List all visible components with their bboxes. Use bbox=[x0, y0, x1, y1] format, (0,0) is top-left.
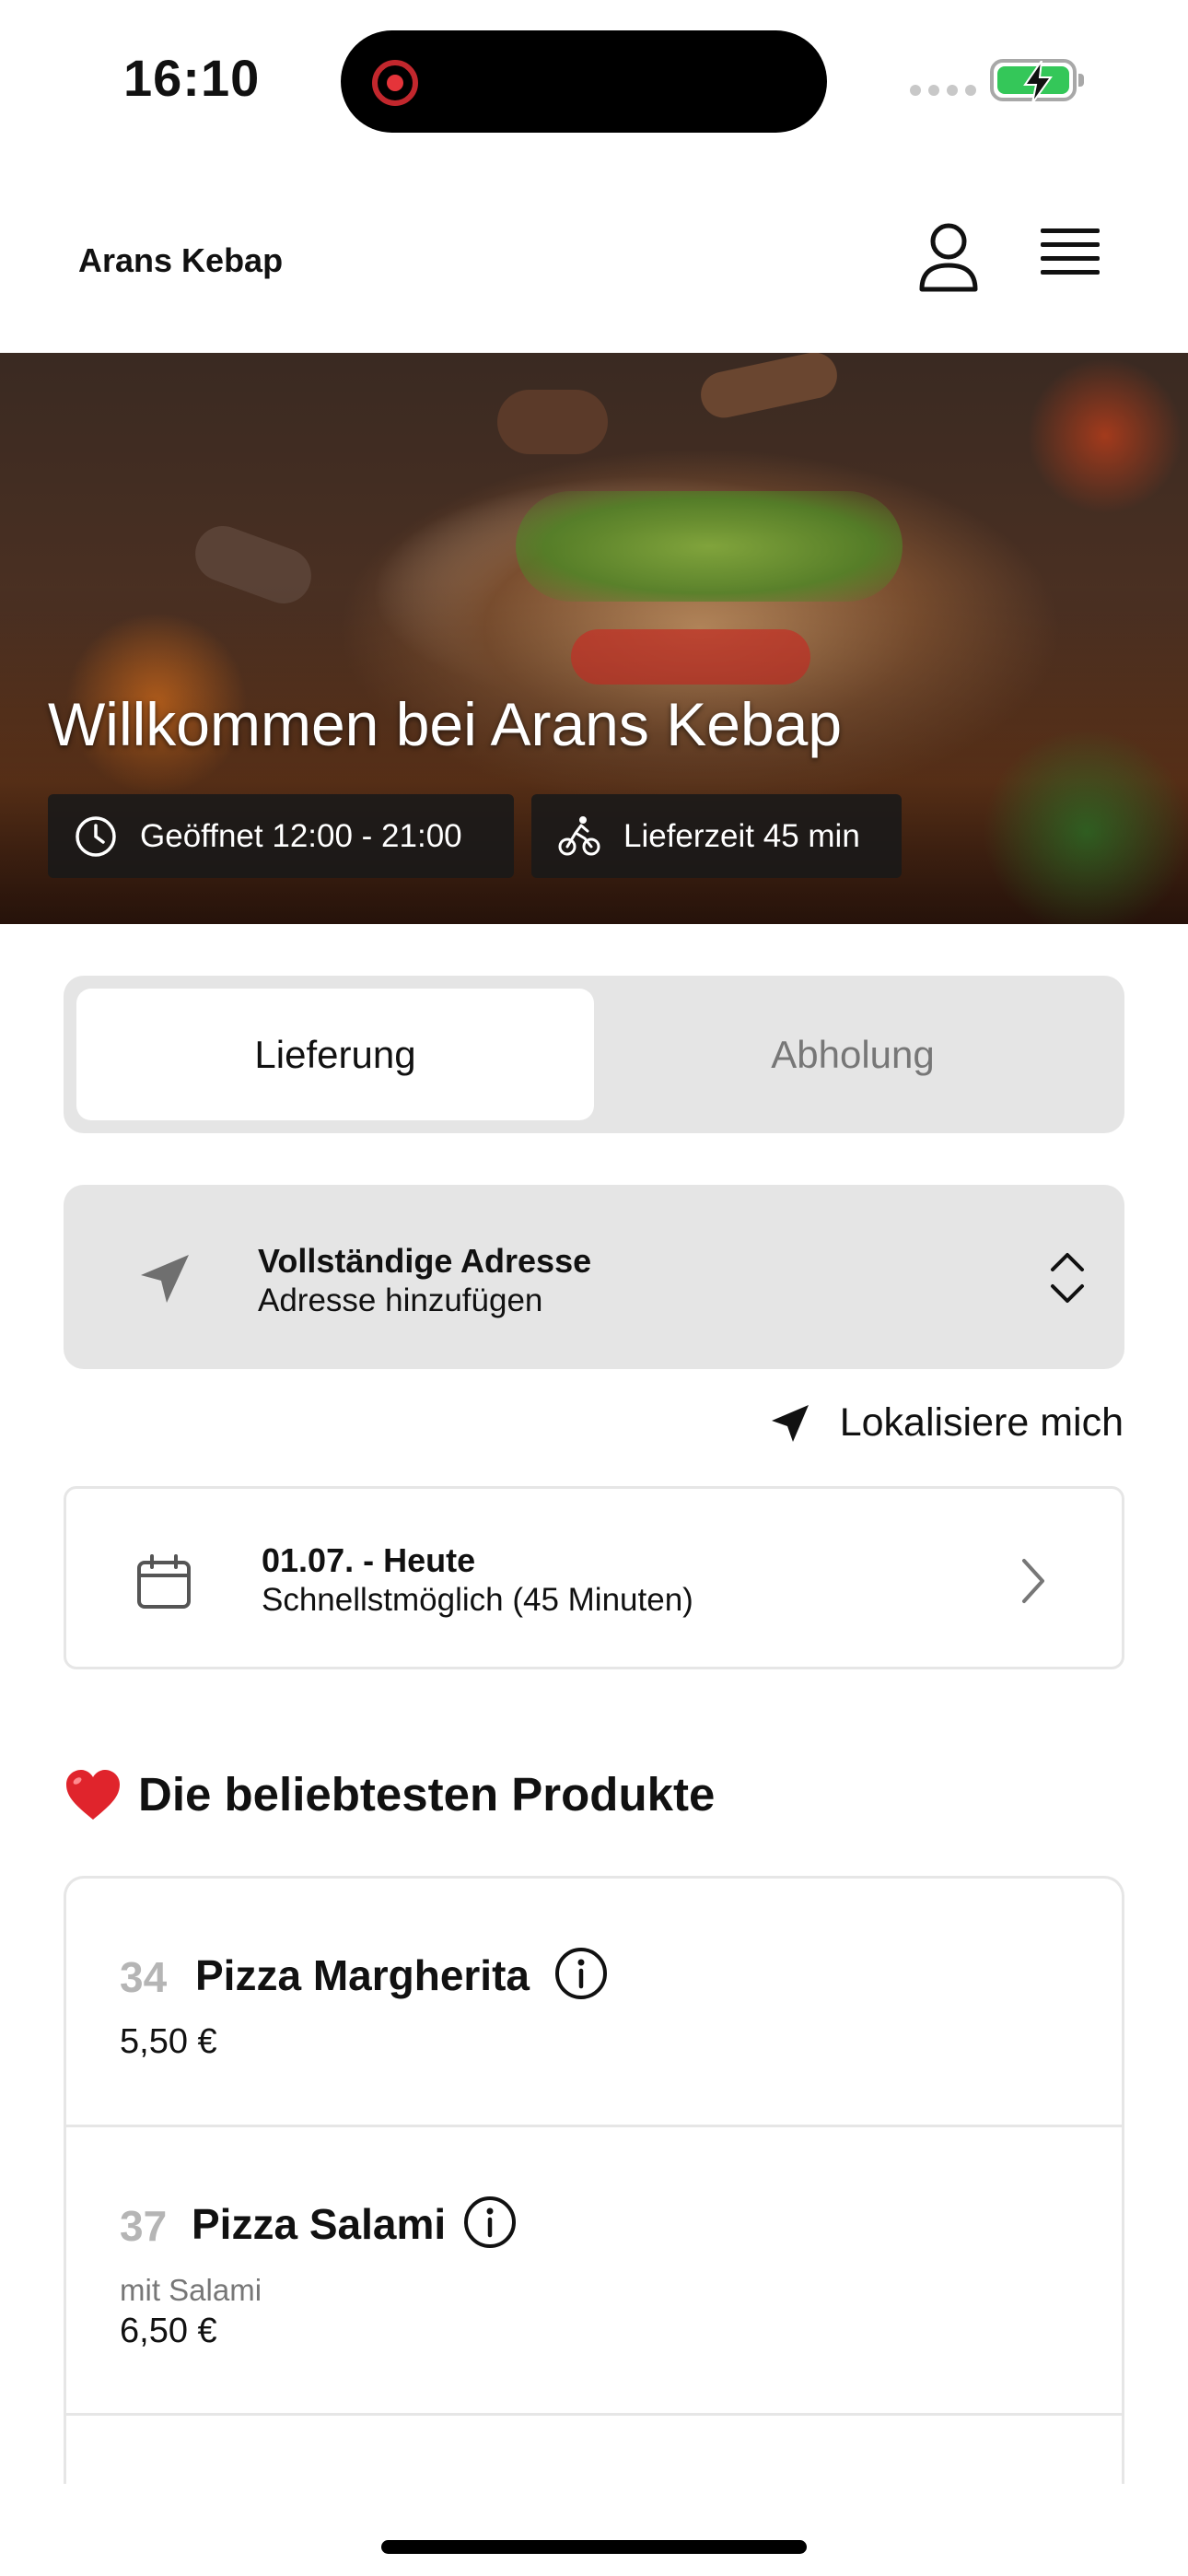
chevron-right-icon bbox=[1022, 1559, 1044, 1603]
clock-icon bbox=[76, 815, 116, 857]
opening-hours-text: Geöffnet 12:00 - 21:00 bbox=[140, 817, 462, 854]
delivery-time-badge: Lieferzeit 45 min bbox=[531, 794, 902, 878]
info-icon[interactable] bbox=[463, 2195, 517, 2249]
heart-icon bbox=[66, 1769, 120, 1820]
hamburger-menu-icon bbox=[1041, 228, 1105, 275]
locate-me-label: Lokalisiere mich bbox=[839, 1400, 1124, 1445]
tab-delivery[interactable]: Lieferung bbox=[76, 989, 594, 1120]
product-item[interactable]: 34 Pizza Margherita 5,50 € bbox=[66, 1879, 1122, 2127]
delivery-time-selector[interactable]: 01.07. - Heute Schnellstmöglich (45 Minu… bbox=[64, 1486, 1124, 1669]
dynamic-island bbox=[341, 30, 827, 133]
order-mode-toggle: Lieferung Abholung bbox=[64, 976, 1124, 1133]
info-icon[interactable] bbox=[554, 1947, 608, 2000]
bicycle-icon bbox=[558, 815, 600, 855]
popular-products-list: 34 Pizza Margherita 5,50 € 37 Pizza Sala… bbox=[64, 1876, 1124, 2484]
profile-button[interactable] bbox=[916, 221, 981, 295]
product-name: Pizza Salami bbox=[192, 2200, 447, 2248]
recording-indicator-icon bbox=[372, 60, 418, 106]
brand-name[interactable]: Arans Kebap bbox=[78, 241, 283, 280]
navigation-arrow-icon bbox=[141, 1255, 189, 1303]
popular-products-title: Die beliebtesten Produkte bbox=[138, 1768, 716, 1821]
app-header: Arans Kebap bbox=[0, 184, 1188, 350]
delivery-time-text: Lieferzeit 45 min bbox=[623, 817, 860, 854]
status-time: 16:10 bbox=[123, 49, 261, 107]
product-price: 6,50 € bbox=[120, 2312, 217, 2350]
delivery-date: 01.07. - Heute bbox=[262, 1541, 476, 1579]
home-indicator[interactable] bbox=[381, 2540, 807, 2554]
user-icon bbox=[919, 223, 978, 292]
app-screen: 16:10 Arans Kebap Willkommen bei Arans K… bbox=[0, 0, 1188, 2576]
popular-products-heading: Die beliebtesten Produkte bbox=[64, 1767, 715, 1821]
delivery-slot: Schnellstmöglich (45 Minuten) bbox=[262, 1582, 693, 1618]
product-name: Pizza Margherita bbox=[195, 1951, 530, 1999]
cellular-signal-icon bbox=[910, 85, 976, 96]
locate-me-button[interactable]: Lokalisiere mich bbox=[768, 1400, 1124, 1446]
product-description: mit Salami bbox=[120, 2273, 262, 2307]
chevron-up-down-icon bbox=[1051, 1253, 1084, 1303]
product-number: 37 bbox=[120, 2202, 168, 2250]
location-arrow-icon bbox=[771, 1404, 809, 1442]
tab-pickup[interactable]: Abholung bbox=[594, 989, 1112, 1120]
menu-button[interactable] bbox=[1041, 228, 1105, 287]
battery-icon bbox=[990, 59, 1084, 103]
opening-hours-badge: Geöffnet 12:00 - 21:00 bbox=[48, 794, 514, 878]
address-subtitle: Adresse hinzufügen bbox=[258, 1282, 543, 1318]
product-number: 34 bbox=[120, 1953, 168, 2001]
hero-title: Willkommen bei Arans Kebap bbox=[48, 690, 843, 758]
calendar-icon bbox=[137, 1554, 191, 1609]
product-item[interactable]: 37 Pizza Salami mit Salami 6,50 € bbox=[66, 2127, 1122, 2416]
address-selector[interactable]: Vollständige Adresse Adresse hinzufügen bbox=[64, 1185, 1124, 1369]
charging-bolt-icon bbox=[1023, 61, 1053, 103]
address-title: Vollständige Adresse bbox=[258, 1242, 592, 1280]
hero-banner: Willkommen bei Arans Kebap Geöffnet 12:0… bbox=[0, 353, 1188, 924]
product-price: 5,50 € bbox=[120, 2022, 217, 2061]
status-bar: 16:10 bbox=[0, 0, 1188, 157]
